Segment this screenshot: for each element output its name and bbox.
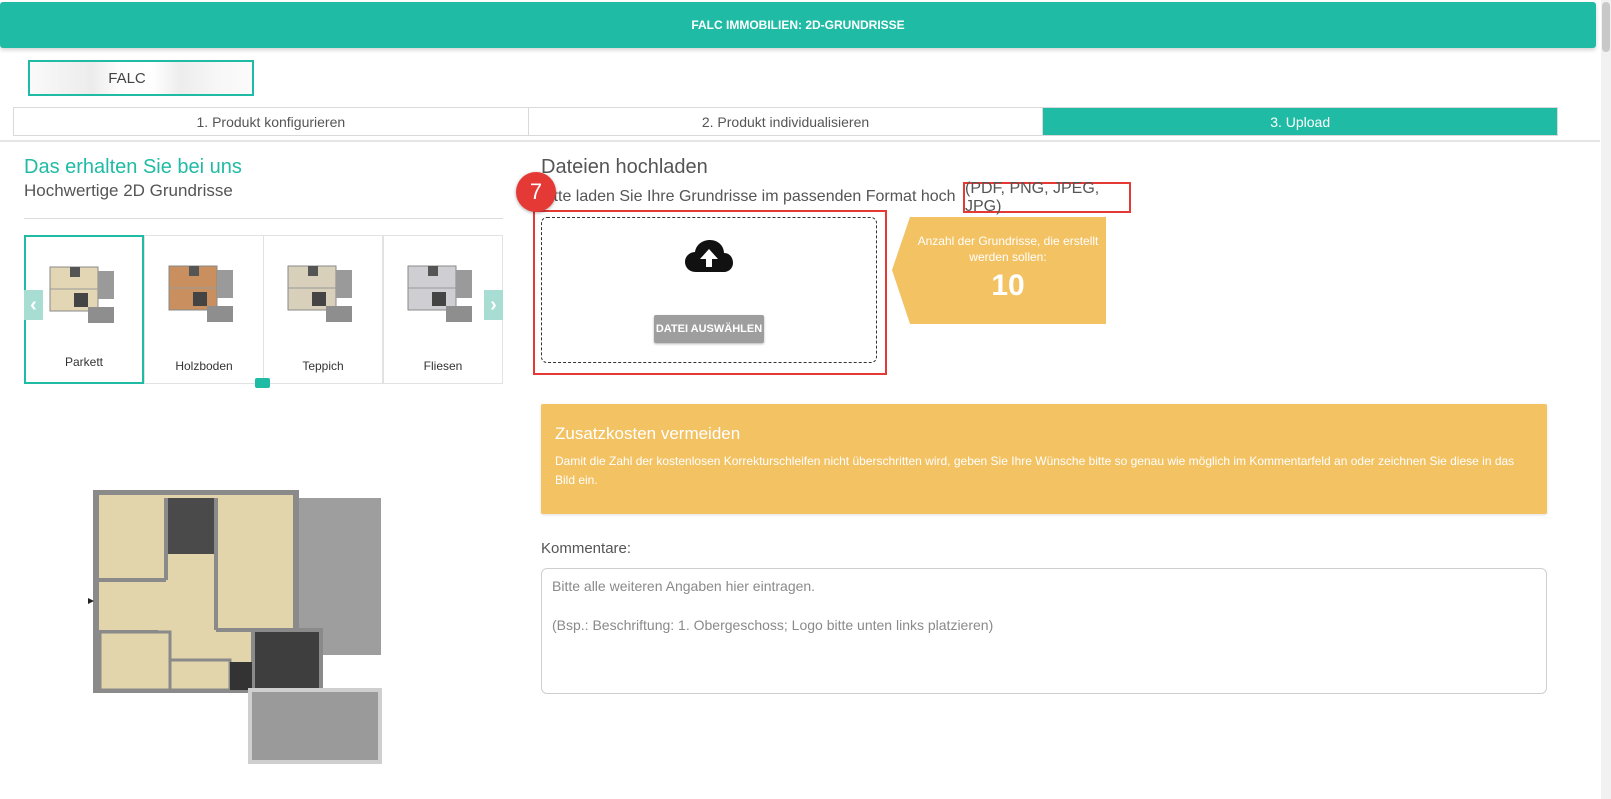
carousel-item-label: Holzboden — [175, 359, 233, 373]
extra-costs-alert: Zusatzkosten vermeiden Damit die Zahl de… — [541, 404, 1547, 514]
carousel-scroll-indicator[interactable] — [255, 378, 270, 388]
alert-title: Zusatzkosten vermeiden — [555, 424, 741, 443]
accepted-formats: (PDF, PNG, JPEG, JPG) — [963, 180, 1131, 215]
step-navigation: 1. Produkt konfigurieren 2. Produkt indi… — [13, 107, 1558, 136]
alert-text: Damit die Zahl der kostenlosen Korrektur… — [555, 454, 1515, 487]
carousel-item-holzboden[interactable]: Holzboden — [144, 235, 264, 384]
floorplan-thumbnail — [287, 265, 352, 322]
floorplan-thumbnail — [49, 266, 114, 323]
carousel-item-label: Parkett — [64, 355, 103, 369]
divider — [24, 218, 503, 219]
carousel-item-teppich[interactable]: Teppich — [263, 235, 383, 384]
floorplan-count-banner: Anzahl der Grundrisse, die erstellt werd… — [892, 217, 1106, 324]
count-value: 10 — [991, 269, 1025, 302]
floorplan-thumbnail — [407, 265, 472, 322]
chevron-right-icon[interactable]: › — [484, 290, 503, 320]
section-title: Das erhalten Sie bei uns — [24, 156, 242, 178]
company-logo: FALC — [28, 60, 254, 96]
comments-label: Kommentare: — [541, 540, 632, 557]
carousel-item-label: Teppich — [302, 359, 344, 373]
step-customize[interactable]: 2. Produkt individualisieren — [528, 108, 1044, 135]
section-subtitle: Hochwertige 2D Grundrisse — [24, 181, 233, 200]
floorplan-thumbnail — [168, 265, 233, 322]
floorplan-preview — [88, 490, 382, 764]
logo-text: FALC — [108, 69, 146, 87]
carousel-item-label: Fliesen — [423, 359, 463, 373]
step-configure[interactable]: 1. Produkt konfigurieren — [14, 108, 529, 135]
step-number-badge: 7 — [516, 172, 556, 212]
cloud-upload-icon — [685, 240, 733, 272]
divider — [0, 140, 1600, 142]
comments-field[interactable] — [541, 568, 1547, 694]
floor-type-carousel: Parkett Holzboden Teppich Fliesen ‹ › — [24, 235, 503, 384]
app-title: FALC IMMOBILIEN: 2D-GRUNDRISSE — [691, 18, 905, 32]
choose-file-button[interactable]: DATEI AUSWÄHLEN — [654, 315, 764, 343]
scrollbar-thumb[interactable] — [1602, 2, 1610, 52]
step-upload[interactable]: 3. Upload — [1043, 108, 1558, 135]
upload-title: Dateien hochladen — [541, 156, 708, 178]
chevron-left-icon[interactable]: ‹ — [24, 290, 43, 320]
count-label: Anzahl der Grundrisse, die erstellt werd… — [917, 234, 1099, 264]
app-header: FALC IMMOBILIEN: 2D-GRUNDRISSE — [0, 2, 1596, 48]
upload-hint: itte laden Sie Ihre Grundrisse im passen… — [550, 188, 956, 205]
page-scrollbar[interactable] — [1601, 0, 1611, 799]
